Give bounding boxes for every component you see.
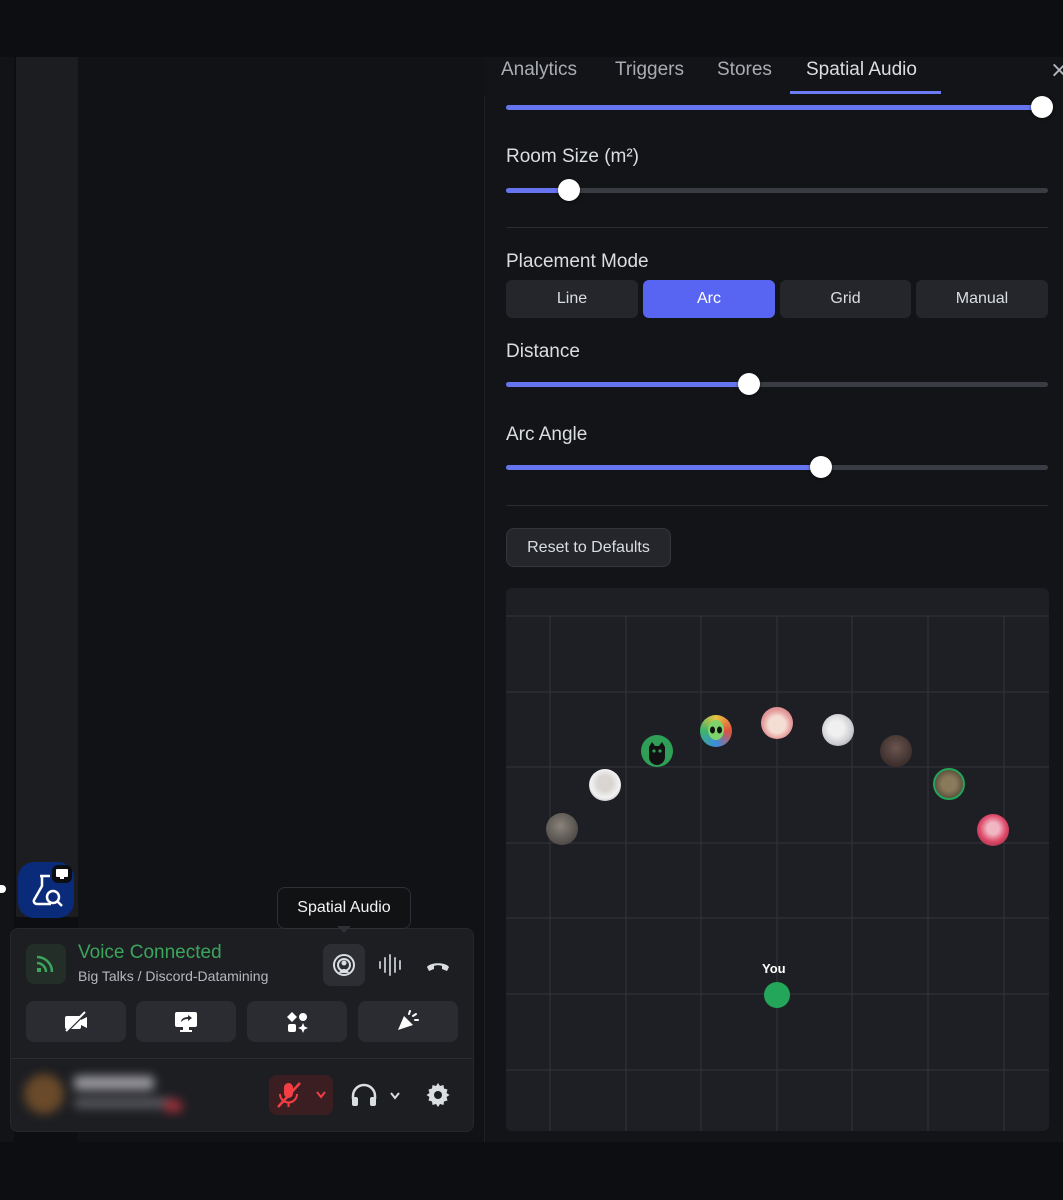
placement-manual-button[interactable]: Manual xyxy=(916,280,1048,318)
arc-angle-fill xyxy=(506,465,821,470)
reset-to-defaults-button[interactable]: Reset to Defaults xyxy=(506,528,671,567)
deafen-button[interactable] xyxy=(345,1075,405,1115)
username-blurred xyxy=(74,1076,154,1090)
activities-button[interactable] xyxy=(247,1001,347,1042)
tab-triggers[interactable]: Triggers xyxy=(615,59,684,81)
screen-share-badge-icon xyxy=(52,865,72,883)
headphones-icon xyxy=(351,1083,400,1106)
participant-avatar[interactable] xyxy=(546,813,578,845)
room-size-knob[interactable] xyxy=(558,179,580,201)
participant-avatar[interactable] xyxy=(822,714,854,746)
participant-avatar[interactable] xyxy=(933,768,965,800)
server-list xyxy=(16,57,78,917)
arc-angle-slider[interactable] xyxy=(506,456,1048,478)
user-profile-blurred[interactable] xyxy=(24,1070,194,1120)
room-size-label: Room Size (m²) xyxy=(506,146,640,167)
you-label: You xyxy=(762,961,786,976)
distance-label: Distance xyxy=(506,341,580,362)
spatial-audio-map[interactable] xyxy=(506,588,1049,1131)
placement-grid-button[interactable]: Grid xyxy=(780,280,911,318)
voice-channel-name[interactable]: Big Talks / Discord-Datamining xyxy=(78,968,268,984)
top-slider[interactable] xyxy=(506,96,1053,118)
panel-tabs: Analytics Triggers Stores Spatial Audio xyxy=(484,57,1063,97)
arc-angle-label: Arc Angle xyxy=(506,424,588,445)
tooltip-arrow xyxy=(337,926,351,933)
tab-spatial-audio[interactable]: Spatial Audio xyxy=(806,59,917,81)
top-slider-fill xyxy=(506,105,1042,110)
status-badge xyxy=(164,1100,182,1112)
close-icon[interactable]: × xyxy=(1050,58,1063,83)
distance-knob[interactable] xyxy=(738,373,760,395)
distance-fill xyxy=(506,382,749,387)
voice-status[interactable]: Voice Connected xyxy=(78,942,222,964)
tab-analytics[interactable]: Analytics xyxy=(501,59,577,81)
participant-avatar[interactable] xyxy=(700,715,732,747)
camera-off-button[interactable] xyxy=(26,1001,126,1042)
room-size-slider[interactable] xyxy=(506,179,1048,201)
activities-icon xyxy=(287,1011,308,1033)
participant-avatar[interactable] xyxy=(641,735,673,767)
grid-lines xyxy=(506,615,1049,1131)
user-settings-button[interactable] xyxy=(418,1075,458,1115)
spatial-audio-icon xyxy=(333,954,355,976)
connection-signal-icon[interactable] xyxy=(26,944,66,984)
gear-icon xyxy=(426,1083,450,1107)
soundboard-button[interactable] xyxy=(358,1001,458,1042)
mute-button[interactable] xyxy=(269,1075,333,1115)
disconnect-button[interactable] xyxy=(417,944,459,986)
mic-muted-icon xyxy=(277,1082,326,1108)
soundboard-icon xyxy=(398,1009,419,1030)
participant-avatar[interactable] xyxy=(880,735,912,767)
spatial-audio-button[interactable] xyxy=(323,944,365,986)
avatar xyxy=(24,1074,64,1114)
participant-avatar[interactable] xyxy=(761,707,793,739)
tab-stores[interactable]: Stores xyxy=(717,59,772,81)
you-marker[interactable] xyxy=(764,982,790,1008)
participant-avatar[interactable] xyxy=(589,769,621,801)
placement-line-button[interactable]: Line xyxy=(506,280,638,318)
divider xyxy=(506,505,1048,506)
user-status-blurred xyxy=(74,1098,174,1108)
placement-mode-label: Placement Mode xyxy=(506,251,649,272)
camera-off-icon xyxy=(64,1010,88,1033)
waveform-icon xyxy=(379,954,401,976)
distance-slider[interactable] xyxy=(506,373,1048,395)
screen-share-button[interactable] xyxy=(136,1001,236,1042)
user-area-divider xyxy=(11,1058,473,1059)
phone-hangup-icon xyxy=(427,963,449,971)
spatial-audio-tooltip: Spatial Audio xyxy=(277,887,411,929)
active-tab-indicator xyxy=(790,91,941,94)
divider xyxy=(506,227,1048,228)
top-slider-knob[interactable] xyxy=(1031,96,1053,118)
noise-suppression-button[interactable] xyxy=(370,944,412,986)
screen-share-icon xyxy=(175,1011,197,1032)
arc-angle-knob[interactable] xyxy=(810,456,832,478)
placement-arc-button[interactable]: Arc xyxy=(643,280,775,318)
participant-avatar[interactable] xyxy=(977,814,1009,846)
